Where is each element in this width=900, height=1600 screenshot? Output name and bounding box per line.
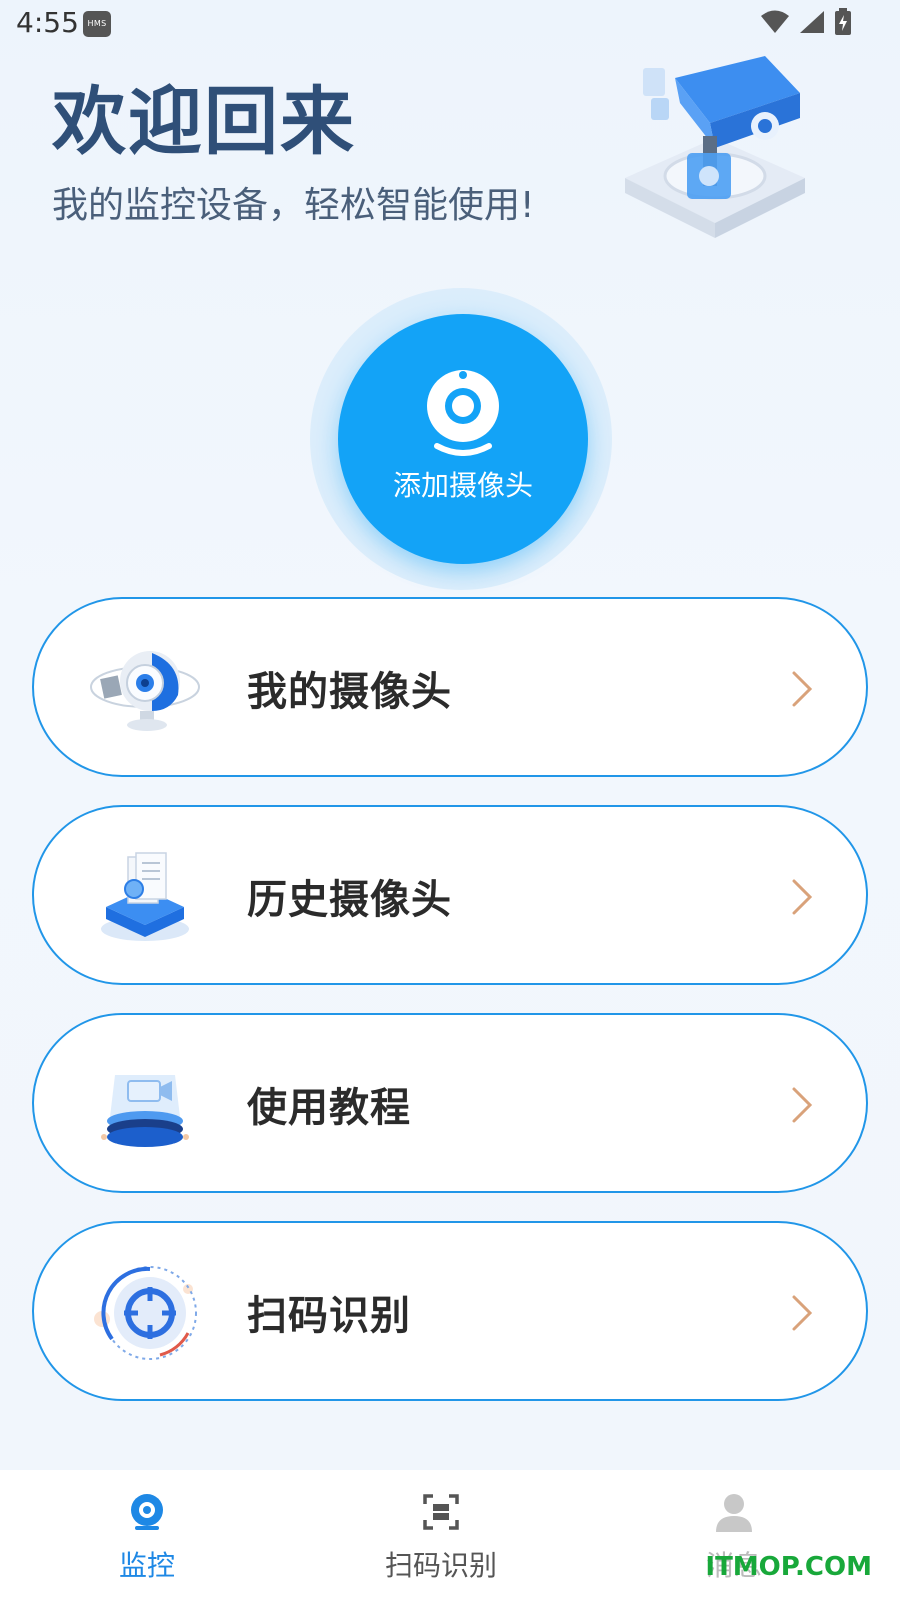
status-bar: 4:55 HMS	[0, 0, 900, 50]
hms-badge: HMS	[83, 11, 111, 37]
bottom-nav: 监控 扫码识别 消息 ITMOP.COM	[0, 1470, 900, 1600]
watermark: ITMOP.COM	[705, 1552, 872, 1582]
menu-label: 使用教程	[247, 1085, 411, 1131]
status-icons	[760, 8, 852, 36]
monitor-icon	[131, 1494, 163, 1530]
chevron-right-icon	[792, 1295, 813, 1331]
menu-scan-recognize[interactable]: 扫码识别	[32, 1221, 868, 1401]
wifi-icon	[761, 10, 789, 33]
signal-icon	[800, 11, 824, 33]
add-camera-label: 添加摄像头	[392, 469, 533, 502]
menu-history-cameras[interactable]: 历史摄像头	[32, 805, 868, 985]
menu-label: 历史摄像头	[247, 877, 452, 923]
nav-label: 扫码识别	[384, 1549, 497, 1582]
tutorial-icon	[101, 1075, 189, 1147]
add-camera-button[interactable]: 添加摄像头	[338, 314, 588, 564]
nav-tab-scan[interactable]: 扫码识别	[341, 1470, 541, 1600]
nav-label: 监控	[118, 1549, 175, 1582]
menu-tutorial[interactable]: 使用教程	[32, 1013, 868, 1193]
menu-label: 我的摄像头	[247, 669, 452, 715]
scan-target-icon	[94, 1266, 197, 1360]
chevron-right-icon	[792, 879, 813, 915]
user-icon	[716, 1494, 752, 1532]
chevron-right-icon	[792, 1087, 813, 1123]
menu-label: 扫码识别	[247, 1293, 411, 1339]
scan-icon	[423, 1494, 459, 1530]
status-time: 4:55	[16, 6, 79, 39]
camera-icon	[90, 651, 200, 731]
webcam-icon	[427, 370, 499, 456]
battery-icon	[835, 8, 851, 35]
welcome-title: 欢迎回来	[52, 79, 356, 165]
history-files-icon	[101, 852, 189, 941]
nav-tab-monitor[interactable]: 监控	[47, 1470, 247, 1600]
menu-my-cameras[interactable]: 我的摄像头	[32, 597, 868, 777]
chevron-right-icon	[792, 671, 813, 707]
security-camera-illustration	[625, 56, 805, 238]
welcome-subtitle: 我的监控设备，轻松智能使用!	[52, 185, 535, 226]
